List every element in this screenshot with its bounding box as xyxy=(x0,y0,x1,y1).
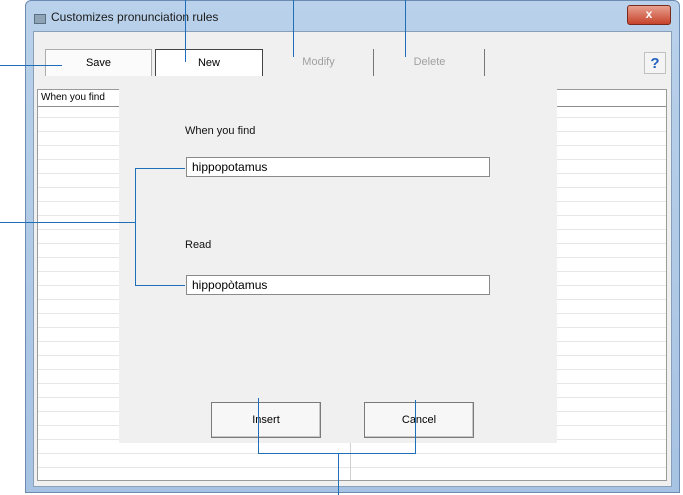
callout-buttons-insert-v xyxy=(258,398,259,454)
read-label: Read xyxy=(185,239,212,251)
callout-buttons-h xyxy=(258,453,416,454)
find-input[interactable]: hippopotamus xyxy=(186,157,490,177)
callout-read-h xyxy=(135,285,185,286)
callout-save xyxy=(0,65,62,66)
find-label: When you find xyxy=(185,125,256,137)
callout-buttons-stem xyxy=(338,453,339,495)
pronunciation-rules-window: Customizes pronunciation rules x Save Ne… xyxy=(25,0,680,493)
callout-modify xyxy=(293,0,294,57)
callout-delete xyxy=(405,0,406,57)
insert-button[interactable]: Insert xyxy=(211,402,321,438)
rule-editor-panel: When you find hippopotamus Read hippopòt… xyxy=(119,87,557,443)
column-header-when-you-find[interactable]: When you find xyxy=(39,90,116,106)
read-input[interactable]: hippopòtamus xyxy=(186,275,490,295)
save-button[interactable]: Save xyxy=(45,49,152,76)
modify-button[interactable]: Modify xyxy=(264,49,374,76)
dialog-body: Save New Modify Delete ? When you find W… xyxy=(33,31,672,487)
cancel-button[interactable]: Cancel xyxy=(364,402,474,438)
close-button[interactable]: x xyxy=(627,5,671,25)
window-title: Customizes pronunciation rules xyxy=(51,10,219,24)
title-bar[interactable]: Customizes pronunciation rules x xyxy=(26,1,679,31)
app-icon xyxy=(34,14,46,24)
callout-find-h xyxy=(135,168,185,169)
callout-fields-h xyxy=(0,222,135,223)
help-button[interactable]: ? xyxy=(644,52,666,74)
callout-buttons-cancel-v xyxy=(415,400,416,454)
new-button[interactable]: New xyxy=(155,49,263,76)
delete-button[interactable]: Delete xyxy=(375,49,485,76)
callout-new xyxy=(185,0,186,62)
callout-fields-v xyxy=(135,168,136,286)
